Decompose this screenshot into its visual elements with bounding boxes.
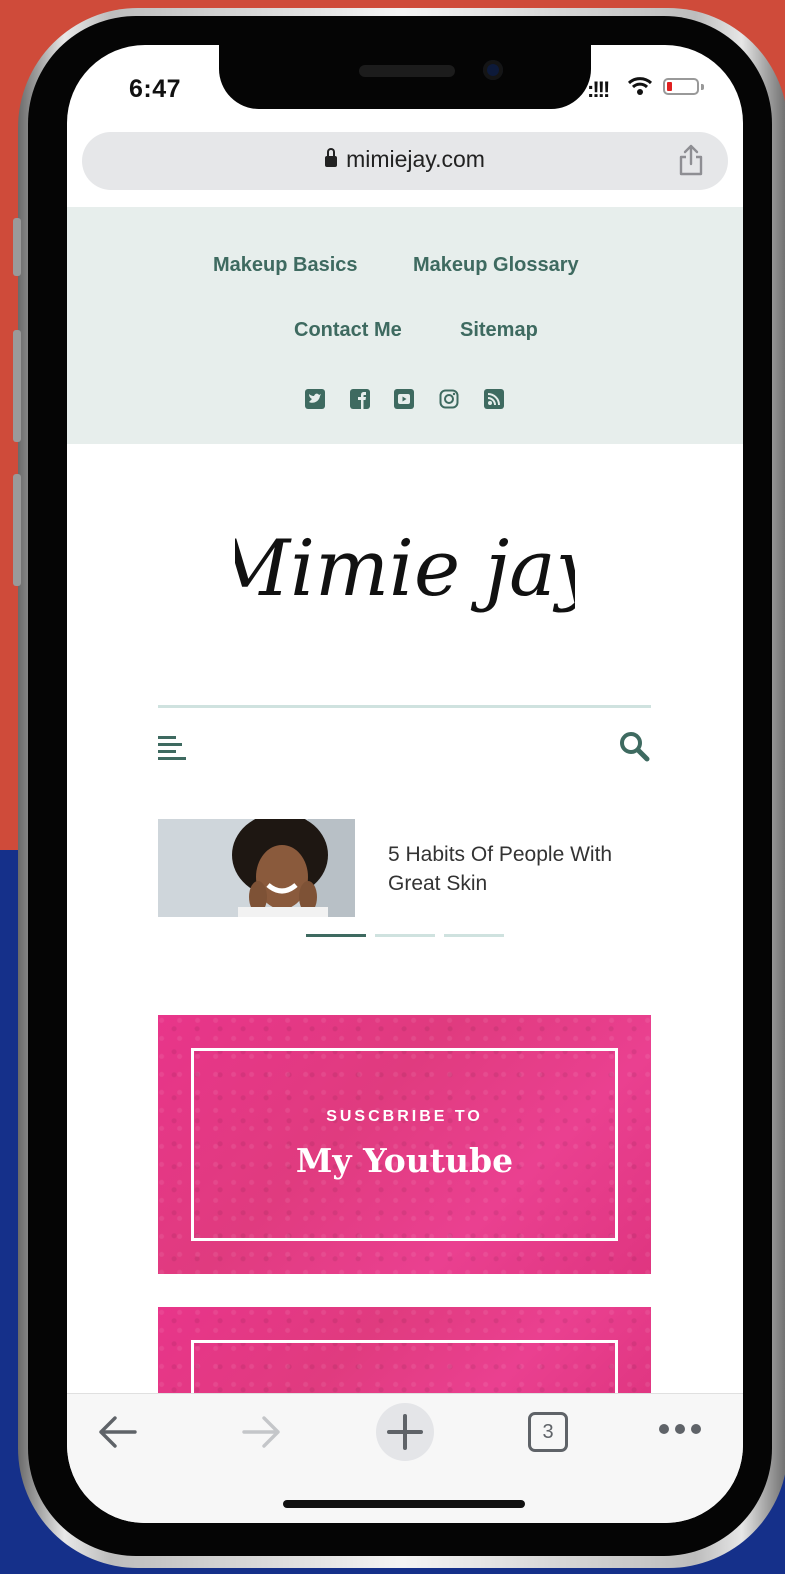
phone-screen: 6:47 :!!! mimiejay.com Makeup Basics Mak… [67, 45, 743, 1523]
twitter-icon[interactable] [305, 389, 325, 409]
tab-switcher-button[interactable]: 3 [528, 1412, 568, 1452]
wifi-icon [627, 77, 653, 95]
cellular-signal-icon: :!!! [587, 77, 610, 102]
new-tab-button[interactable] [375, 1402, 435, 1462]
banner-subtitle: SUSCBRIBE TO [326, 1108, 483, 1125]
share-icon[interactable] [678, 144, 704, 176]
tab-count: 3 [542, 1421, 554, 1443]
mute-switch [13, 218, 21, 276]
menu-icon[interactable] [158, 736, 188, 762]
logo-text: Mimie jay [235, 524, 575, 614]
nav-sitemap[interactable]: Sitemap [460, 319, 538, 342]
slider-dot-2[interactable] [375, 934, 435, 937]
back-arrow-icon[interactable] [97, 1414, 139, 1450]
nav-makeup-basics[interactable]: Makeup Basics [213, 254, 358, 277]
rss-icon[interactable] [484, 389, 504, 409]
status-time: 6:47 [129, 75, 182, 103]
speaker [359, 65, 455, 77]
volume-down-button [13, 474, 21, 586]
forward-arrow-icon[interactable] [240, 1414, 282, 1450]
youtube-subscribe-banner[interactable]: SUSCBRIBE TO My Youtube [158, 1015, 651, 1274]
battery-level [667, 82, 672, 91]
url-text: mimiejay.com [346, 146, 485, 172]
battery-icon [663, 78, 699, 95]
nav-contact-me[interactable]: Contact Me [294, 319, 402, 342]
header-divider [158, 705, 651, 708]
home-indicator[interactable] [283, 1500, 525, 1508]
second-banner[interactable] [158, 1307, 651, 1407]
slide-thumbnail[interactable] [158, 819, 355, 917]
front-camera [483, 60, 503, 80]
search-icon[interactable] [618, 730, 650, 762]
slide-title[interactable]: 5 Habits Of People With Great Skin [388, 840, 638, 898]
nav-makeup-glossary[interactable]: Makeup Glossary [413, 254, 579, 277]
instagram-icon[interactable] [439, 389, 459, 409]
slider-dot-1[interactable] [306, 934, 366, 937]
woman-smiling-photo [158, 819, 355, 917]
status-icons: :!!! [587, 75, 717, 103]
facebook-icon[interactable] [350, 389, 370, 409]
lock-icon [325, 148, 338, 167]
url-display: mimiejay.com [82, 146, 728, 173]
site-logo[interactable]: Mimie jay [67, 500, 743, 655]
more-options-icon[interactable] [657, 1422, 703, 1436]
top-navigation: Makeup Basics Makeup Glossary Contact Me… [67, 207, 743, 444]
logo-script: Mimie jay [208, 524, 600, 614]
banner-title: My Youtube [295, 1141, 514, 1180]
address-bar[interactable]: mimiejay.com [82, 132, 728, 190]
notch [219, 45, 591, 109]
youtube-icon[interactable] [394, 389, 414, 409]
volume-up-button [13, 330, 21, 442]
slider-dot-3[interactable] [444, 934, 504, 937]
battery-tip [701, 84, 704, 90]
